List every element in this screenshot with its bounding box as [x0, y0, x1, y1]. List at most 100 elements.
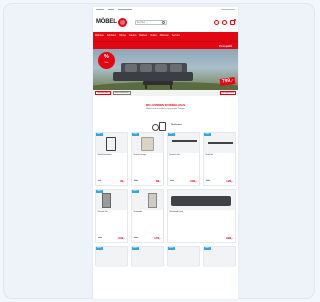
nav-item-wohnen[interactable]: Wohnen [95, 34, 104, 37]
product-old-price: 499,- [98, 237, 103, 239]
armchair-icon [141, 137, 154, 151]
search-input[interactable]: Suchen ... [134, 19, 167, 25]
product-card[interactable]: SALE [131, 246, 164, 267]
nav-item-service[interactable]: Service [172, 34, 180, 37]
sofa-icon [171, 196, 231, 206]
product-tag: SALE [96, 247, 103, 250]
product-price: 999,- [226, 236, 233, 240]
search-icon[interactable] [161, 20, 165, 24]
hero-sofa-seat [113, 72, 193, 81]
product-price: 49,- [119, 179, 125, 183]
product-image: SALE [96, 247, 127, 267]
product-name: Kommode [133, 211, 143, 213]
product-card[interactable]: SALE Sessel Lounge 149,- 89,- [131, 132, 164, 186]
product-card[interactable]: SALE [203, 246, 236, 267]
nav-item-schlafen[interactable]: Schlafen [107, 34, 116, 37]
product-image: SALE [168, 133, 199, 153]
nav-item-marken[interactable]: Marken [139, 34, 147, 37]
product-tag: SALE [168, 247, 175, 250]
nav-item-kueche[interactable]: Küche [119, 34, 126, 37]
hero-chip[interactable]: Gartenmöbel [95, 91, 111, 95]
product-image: SALE [168, 247, 199, 267]
logo-text: MÖBEL [96, 19, 117, 25]
nav-item-garten[interactable]: Garten [129, 34, 136, 37]
hero-cushion [170, 64, 182, 72]
product-tag: SALE [168, 133, 175, 136]
welcome-title: WILLKOMMEN IM MÖBELHAUS [145, 104, 186, 107]
product-card[interactable]: SALE Schrank Set 499,- 349,- [95, 189, 128, 243]
table-icon [172, 140, 197, 142]
product-tag: SALE [204, 133, 211, 136]
product-image: SALE [96, 190, 127, 210]
product-price: 89,- [155, 179, 161, 183]
hero-banner[interactable]: % Sale 799,- Gartenmöbel Jetzt entdecken… [93, 49, 238, 96]
site-header: MÖBEL Suchen ... [93, 12, 238, 32]
product-card[interactable]: SALE Stuhl Set 199,- 129,- [203, 132, 236, 186]
product-card[interactable]: SALE Kommode 249,- 179,- [131, 189, 164, 243]
product-old-price: 99,- [98, 180, 102, 182]
product-card[interactable]: SALE Esstisch Set 399,- 299,- [167, 132, 200, 186]
sticker-main: % [104, 54, 109, 60]
product-name: Sessel Lounge [133, 154, 147, 156]
product-grid: SALE Stuhl Esszimmer 99,- 49,- SALE Sess… [93, 132, 238, 186]
util-link[interactable] [221, 8, 235, 11]
welcome-text: Möbel online kaufen zu günstigen Preisen [146, 108, 185, 111]
util-link[interactable] [118, 8, 132, 11]
product-image [168, 190, 235, 210]
hero-chip[interactable]: Loungemöbel [219, 91, 236, 95]
product-price: 349,- [118, 236, 125, 240]
product-name: Stuhl Esszimmer [97, 154, 112, 156]
hero-cushion [140, 64, 152, 72]
hero-table [143, 81, 173, 85]
product-tag: SALE [96, 133, 103, 136]
hero-table-leg [145, 85, 147, 89]
hero-cushion [125, 64, 137, 72]
prospekt-link[interactable]: Prospekt [219, 44, 232, 48]
sale-sticker: % Sale [98, 52, 115, 69]
product-grid-row: SALE Schrank Set 499,- 349,- SALE Kommod… [93, 189, 238, 243]
logo[interactable]: MÖBEL [96, 17, 127, 27]
product-name: Schrank Set [97, 211, 108, 213]
deco-row: Neuheiten [93, 118, 238, 132]
sticker-sub: Sale [104, 61, 109, 64]
heart-icon[interactable] [222, 19, 227, 25]
util-link[interactable] [108, 8, 114, 11]
main-nav: Wohnen Schlafen Küche Garten Marken Outl… [93, 32, 238, 41]
product-price: 129,- [226, 179, 233, 183]
hero-cushion [155, 64, 167, 72]
nav-item-outlet[interactable]: Outlet [150, 34, 156, 37]
header-icons [214, 18, 236, 25]
product-grid-row: SALE SALE SALE SALE [93, 246, 238, 267]
cart-icon[interactable] [230, 18, 236, 25]
product-tag: SALE [132, 247, 139, 250]
product-tag: SALE [132, 190, 139, 193]
nav-item-aktionen[interactable]: Aktionen [160, 34, 169, 37]
product-tag: SALE [204, 247, 211, 250]
chair-icon [106, 137, 116, 151]
webpage: MÖBEL Suchen ... Wohnen Schlafen Küche G… [93, 7, 238, 299]
welcome-section: WILLKOMMEN IM MÖBELHAUS Möbel online kau… [93, 96, 238, 118]
product-tag: SALE [132, 133, 139, 136]
product-image: SALE [132, 133, 163, 153]
user-icon[interactable] [214, 19, 219, 25]
cart-badge [233, 18, 236, 21]
product-card[interactable]: SALE Stuhl Esszimmer 99,- 49,- [95, 132, 128, 186]
product-image: SALE [204, 247, 235, 267]
product-old-price: 199,- [206, 180, 211, 182]
sub-nav: Prospekt [93, 41, 238, 49]
product-card[interactable]: SALE [167, 246, 200, 267]
dresser-icon [148, 193, 157, 208]
product-card[interactable]: Wohnlandschaft 999,- [167, 189, 236, 243]
hero-chip[interactable]: Jetzt entdecken [112, 91, 131, 95]
product-image: SALE [96, 133, 127, 153]
product-name: Stuhl Set [205, 154, 214, 156]
util-link[interactable] [96, 8, 104, 11]
deco-label: Neuheiten [171, 124, 182, 126]
table-icon [208, 142, 233, 144]
product-image: SALE [132, 247, 163, 267]
hero-table-leg [170, 85, 172, 89]
product-name: Wohnlandschaft [169, 211, 184, 213]
product-card[interactable]: SALE [95, 246, 128, 267]
product-old-price: 399,- [170, 180, 175, 182]
lamp-icon [149, 121, 169, 131]
